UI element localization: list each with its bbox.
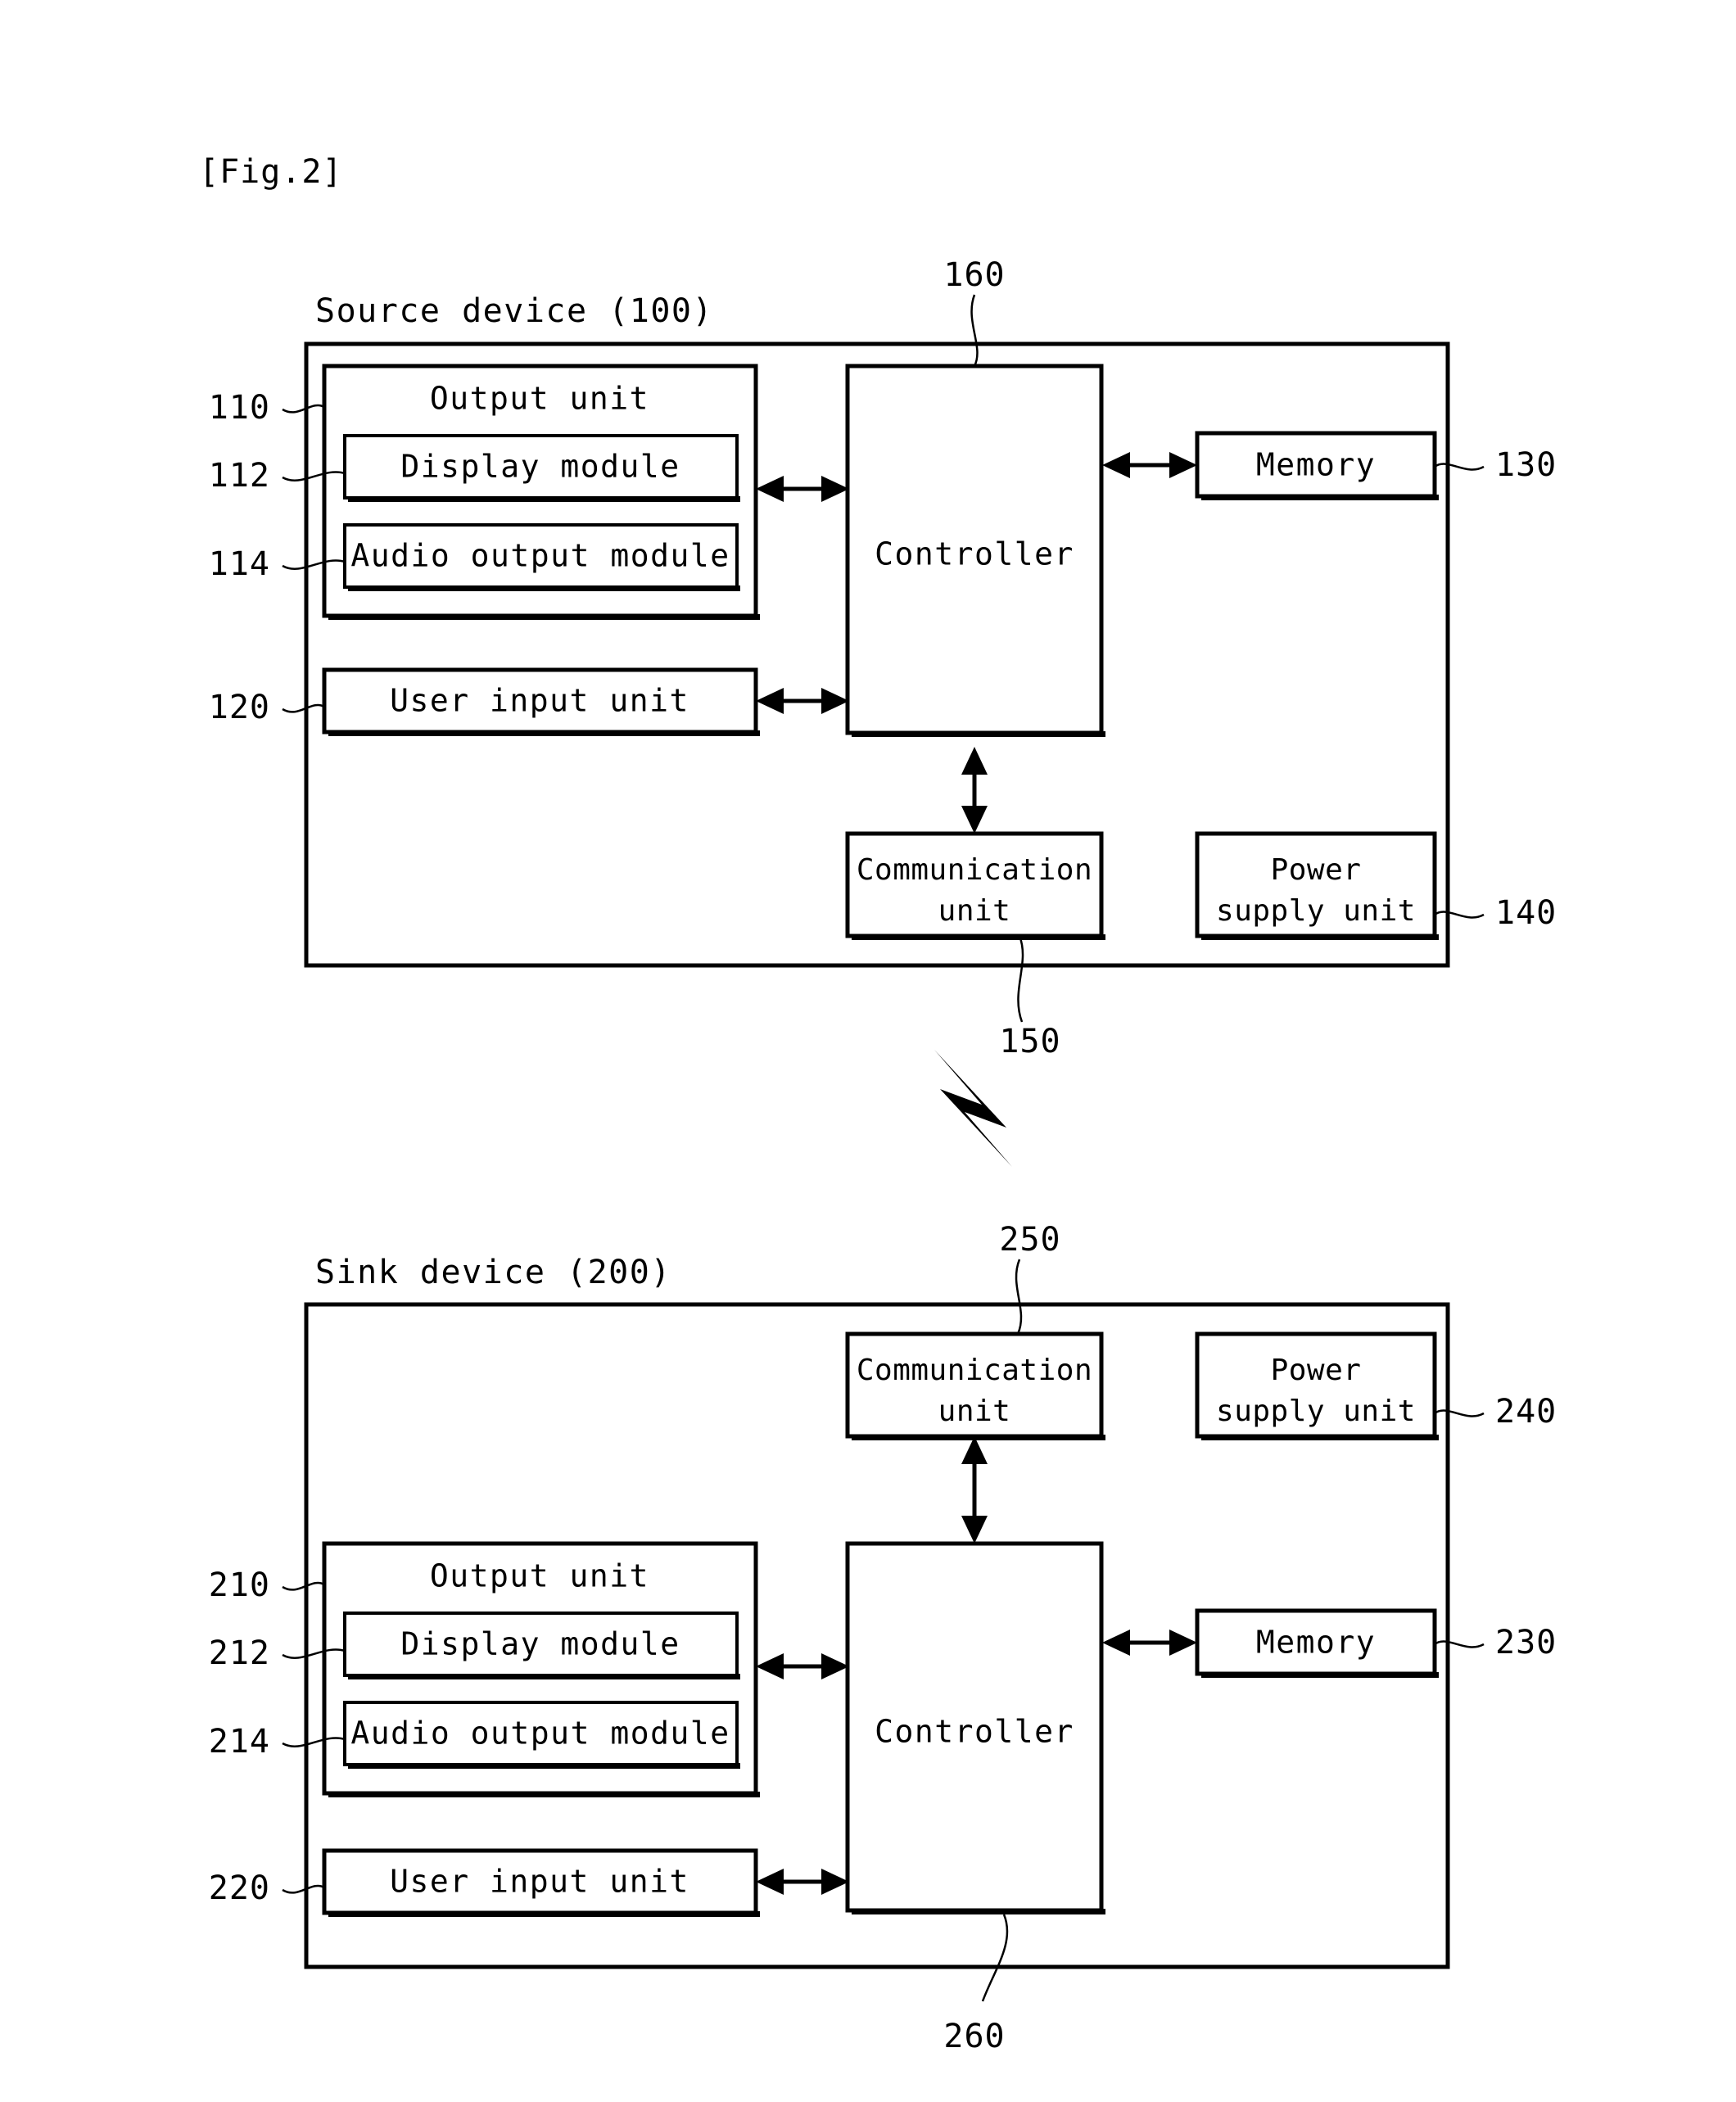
source-audio-output-module-label: Audio output module	[350, 538, 730, 574]
sink-ref-250: 250	[999, 1221, 1060, 1259]
source-memory-shadow	[1201, 495, 1439, 500]
sink-output-unit-label: Output unit	[430, 1558, 649, 1594]
source-communication-unit-label-line1: Communication	[857, 853, 1092, 887]
source-ref-110: 110	[209, 389, 270, 427]
sink-ref-230: 230	[1495, 1624, 1557, 1661]
source-ref-130: 130	[1495, 446, 1557, 484]
source-output-unit-shadow	[328, 614, 760, 620]
source-power-supply-unit-shadow	[1201, 934, 1439, 940]
source-user-input-unit-shadow	[328, 730, 760, 736]
source-power-supply-unit-label-line2: supply unit	[1216, 894, 1416, 928]
sink-ref-214: 214	[209, 1723, 270, 1761]
figure-caption: [Fig.2]	[199, 153, 343, 191]
source-user-input-unit-label: User input unit	[390, 683, 689, 719]
sink-output-unit-shadow	[328, 1792, 760, 1797]
sink-audio-output-module-label: Audio output module	[350, 1716, 730, 1752]
source-communication-unit-shadow	[852, 934, 1105, 940]
source-ref-120: 120	[209, 689, 270, 726]
source-ref-140: 140	[1495, 894, 1557, 932]
source-controller-shadow	[852, 731, 1105, 737]
sink-power-supply-unit-label-line2: supply unit	[1216, 1395, 1416, 1428]
source-display-module-shadow	[348, 496, 740, 502]
source-device-title: Source device (100)	[315, 292, 713, 330]
sink-power-supply-unit-label-line1: Power	[1271, 1354, 1362, 1387]
sink-ref-240: 240	[1495, 1393, 1557, 1431]
sink-power-supply-unit-shadow	[1201, 1435, 1439, 1440]
source-ref-114: 114	[209, 545, 270, 583]
sink-display-module-shadow	[348, 1674, 740, 1679]
source-audio-output-module-shadow	[348, 585, 740, 591]
source-memory-label: Memory	[1256, 447, 1376, 483]
sink-ref-220: 220	[209, 1869, 270, 1907]
sink-ref-210: 210	[209, 1566, 270, 1604]
source-communication-unit-label-line2: unit	[938, 894, 1011, 928]
source-display-module-label: Display module	[400, 449, 680, 485]
source-power-supply-unit-label-line1: Power	[1271, 853, 1362, 887]
sink-memory-shadow	[1201, 1672, 1439, 1678]
sink-user-input-unit-label: User input unit	[390, 1864, 689, 1900]
sink-device-title: Sink device (200)	[315, 1254, 671, 1291]
sink-controller-label: Controller	[875, 1714, 1074, 1750]
lightning-bolt-icon	[934, 1050, 1012, 1167]
sink-communication-unit-shadow	[852, 1435, 1105, 1440]
patent-figure-2: [Fig.2] Source device (100) Output unit …	[0, 0, 1736, 2102]
source-ref-150: 150	[999, 1023, 1060, 1060]
sink-ref-212: 212	[209, 1634, 270, 1672]
sink-controller-shadow	[852, 1909, 1105, 1914]
sink-ref-260: 260	[943, 2018, 1005, 2055]
sink-display-module-label: Display module	[400, 1626, 680, 1662]
sink-communication-unit-label-line1: Communication	[857, 1354, 1092, 1387]
source-ref-160: 160	[943, 256, 1005, 294]
source-ref-112: 112	[209, 457, 270, 495]
source-controller-label: Controller	[875, 536, 1074, 572]
sink-memory-label: Memory	[1256, 1625, 1376, 1661]
source-output-unit-label: Output unit	[430, 381, 649, 417]
sink-user-input-unit-shadow	[328, 1911, 760, 1917]
sink-audio-output-module-shadow	[348, 1763, 740, 1769]
sink-communication-unit-label-line2: unit	[938, 1395, 1011, 1428]
